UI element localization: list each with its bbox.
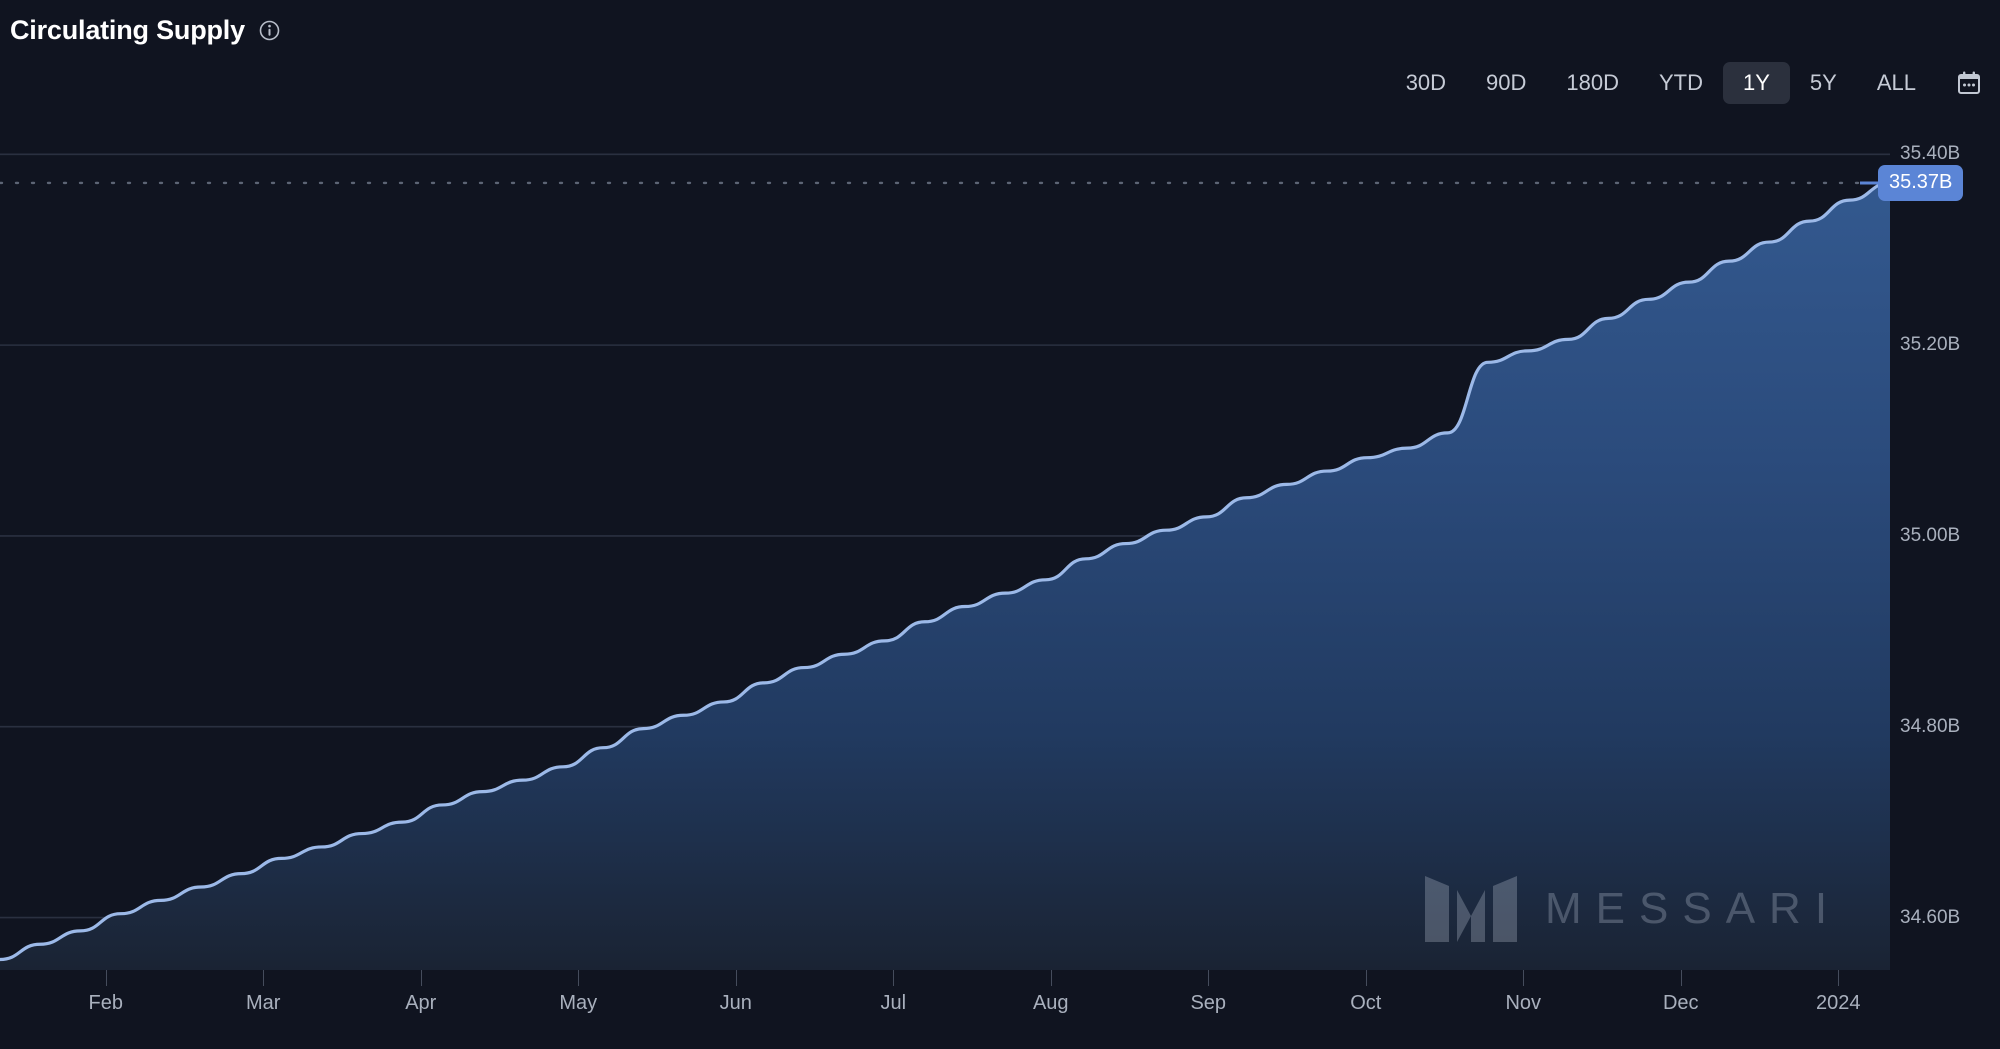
y-axis-label: 35.20B — [1900, 334, 1961, 356]
y-axis-label: 35.00B — [1900, 524, 1961, 546]
chart-plot-area[interactable] — [0, 140, 1890, 970]
range-selector: 30D 90D 180D YTD 1Y 5Y ALL — [1386, 62, 1992, 104]
x-axis-tick — [420, 970, 422, 986]
x-axis-tick — [263, 970, 265, 986]
x-axis-tick — [1523, 970, 1525, 986]
x-axis-label: Aug — [1032, 992, 1069, 1014]
range-option-5y[interactable]: 5Y — [1790, 62, 1857, 104]
x-axis-tick — [1050, 970, 1052, 986]
y-axis-label: 35.40B — [1900, 143, 1961, 165]
range-option-ytd[interactable]: YTD — [1639, 62, 1723, 104]
x-axis-label: May — [559, 992, 598, 1014]
chart-header: Circulating Supply — [0, 0, 2000, 60]
x-axis-tick — [105, 970, 107, 986]
x-axis-label: Dec — [1662, 992, 1699, 1014]
x-axis-tick — [1838, 970, 1840, 986]
y-axis: 35.40B 35.20B 35.00B 34.80B 34.60B 35.37B — [1860, 140, 2000, 970]
x-axis-tick — [1365, 970, 1367, 986]
range-option-1y[interactable]: 1Y — [1723, 62, 1790, 104]
current-value-badge: 35.37B — [1878, 164, 1964, 201]
x-axis-label: Nov — [1505, 992, 1542, 1014]
y-axis-label: 34.80B — [1900, 715, 1961, 737]
x-axis-label: 2024 — [1816, 992, 1861, 1014]
page-title: Circulating Supply — [10, 14, 245, 45]
x-axis-tick — [578, 970, 580, 986]
x-axis-label: Oct — [1350, 992, 1382, 1014]
info-icon[interactable] — [259, 20, 280, 41]
x-axis-label: Feb — [88, 992, 123, 1014]
chart-area-fill — [0, 182, 1890, 970]
range-option-90d[interactable]: 90D — [1466, 62, 1546, 104]
x-axis-label: Jul — [880, 992, 907, 1014]
x-axis-label: Apr — [405, 992, 437, 1014]
circulating-supply-chart-widget: Circulating Supply 30D 90D 180D YTD 1Y 5… — [0, 0, 2000, 1049]
range-option-all[interactable]: ALL — [1857, 62, 1936, 104]
x-axis-label: Mar — [246, 992, 281, 1014]
calendar-icon[interactable] — [1952, 66, 1986, 100]
x-axis-tick — [1680, 970, 1682, 986]
x-axis-tick — [1208, 970, 1210, 986]
x-axis: Feb Mar Apr May Jun Jul Aug Sep Oct Nov Dec 2024 — [0, 970, 1890, 1049]
range-option-30d[interactable]: 30D — [1386, 62, 1466, 104]
x-axis-tick — [735, 970, 737, 986]
range-option-180d[interactable]: 180D — [1546, 62, 1639, 104]
y-axis-label: 34.60B — [1900, 906, 1961, 928]
current-value-tick — [1860, 181, 1878, 185]
x-axis-label: Jun — [719, 992, 752, 1014]
x-axis-tick — [893, 970, 895, 986]
x-axis-label: Sep — [1190, 992, 1227, 1014]
